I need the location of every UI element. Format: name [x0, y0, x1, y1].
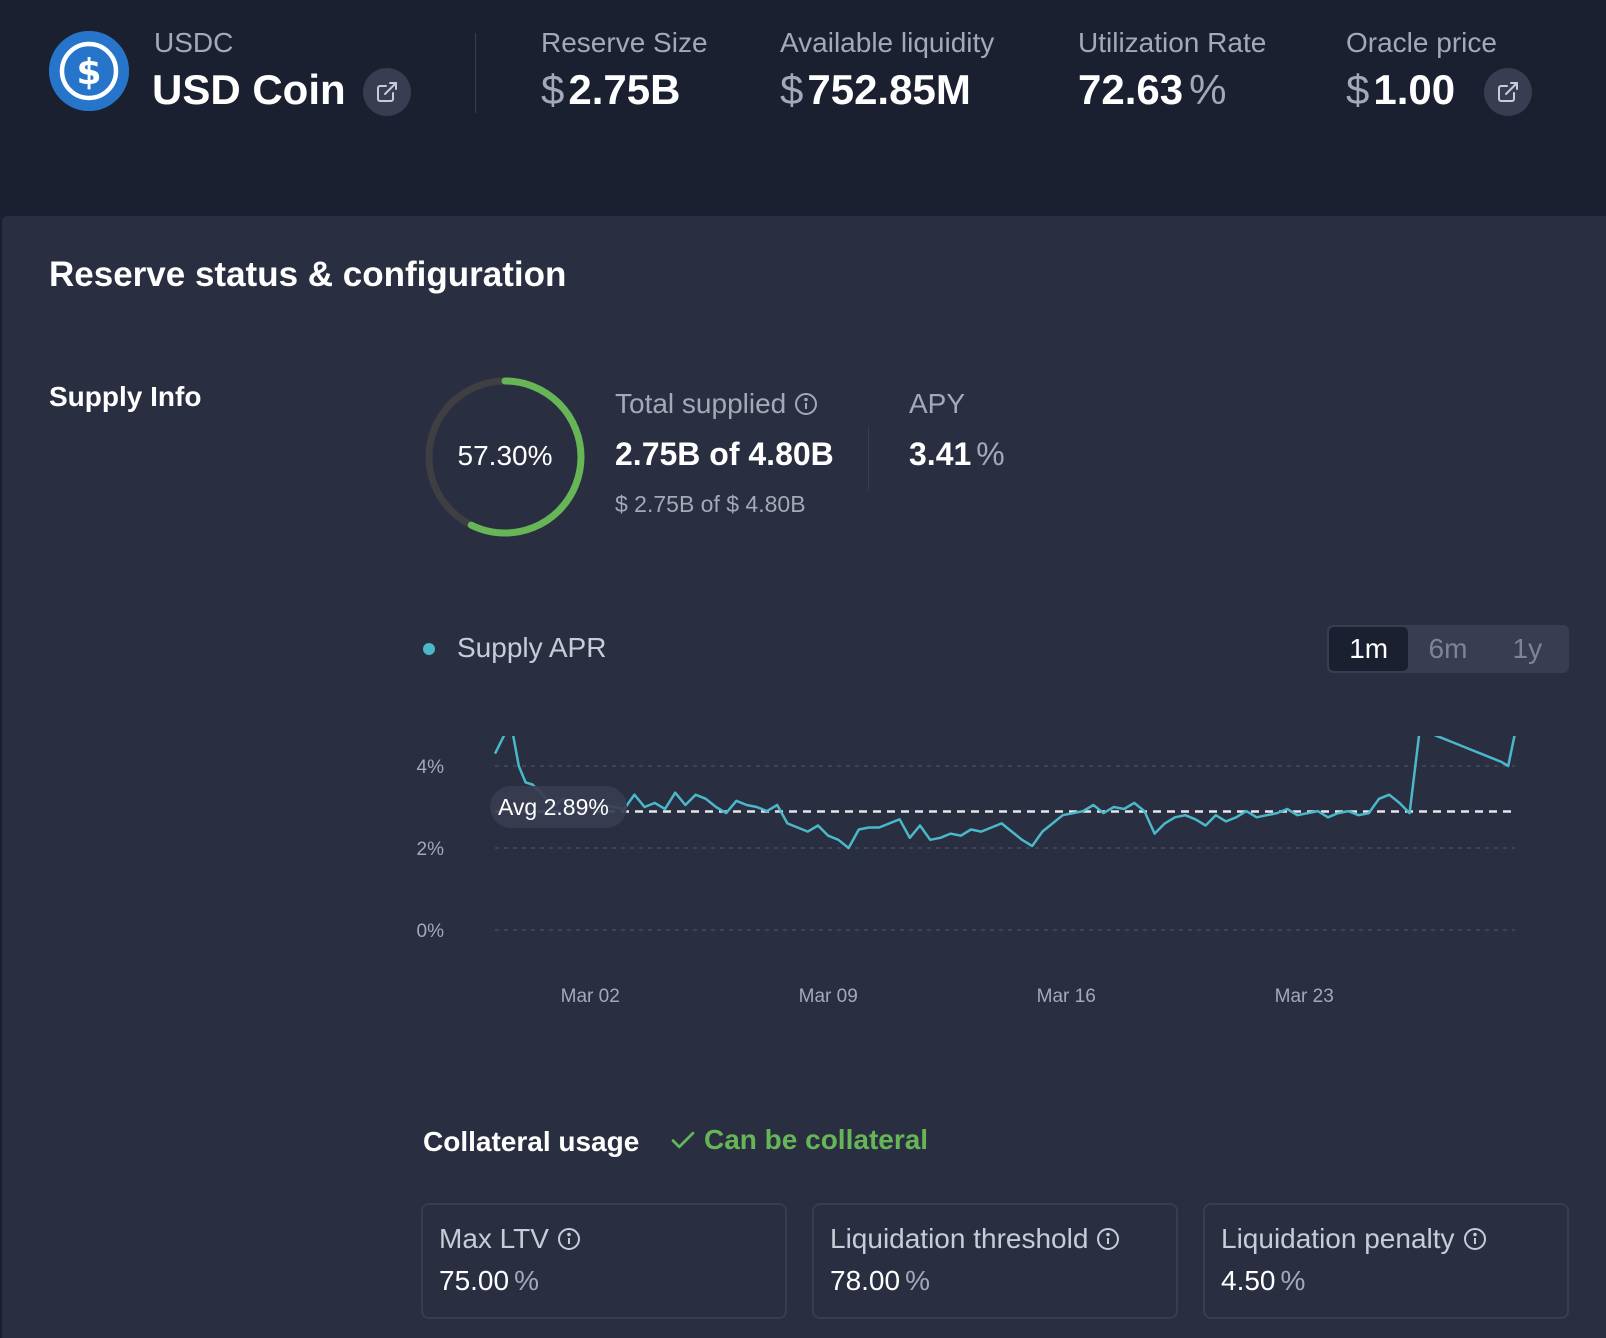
- available-liquidity-label: Available liquidity: [780, 27, 995, 58]
- apy-label: APY: [909, 388, 966, 419]
- section-title: Reserve status & configuration: [49, 255, 567, 294]
- collateral-usage-title: Collateral usage: [423, 1126, 640, 1157]
- liquidation-threshold-card: Liquidation threshold 78.00%: [812, 1203, 1178, 1319]
- max-ltv-card: Max LTV 75.00%: [421, 1203, 787, 1319]
- utilization-rate-value: 72.63%: [1078, 66, 1227, 113]
- liquidation-penalty-value: 4.50%: [1221, 1265, 1306, 1296]
- asset-name: USD Coin: [152, 66, 346, 113]
- supply-apr-legend-label: Supply APR: [457, 632, 607, 663]
- check-icon: [671, 1131, 695, 1149]
- reserve-status-panel: Reserve status & configuration Supply In…: [2, 216, 1606, 1338]
- usdc-coin-icon: $: [49, 31, 129, 111]
- reserve-size-label: Reserve Size: [541, 27, 708, 58]
- header-divider: [475, 33, 476, 113]
- info-circle-icon[interactable]: [1096, 1227, 1120, 1251]
- supply-info-title: Supply Info: [49, 381, 202, 412]
- liquidation-threshold-value: 78.00%: [830, 1265, 930, 1296]
- y-tick-label: 2%: [417, 839, 445, 860]
- available-liquidity-value: $752.85M: [780, 66, 971, 113]
- oracle-price-label: Oracle price: [1346, 27, 1497, 58]
- apy-value: 3.41%: [909, 436, 1005, 472]
- x-tick-label: Mar 09: [799, 986, 858, 1007]
- external-link-icon: [377, 82, 397, 102]
- liquidation-threshold-label: Liquidation threshold: [830, 1223, 1120, 1255]
- supply-apr-chart: 0% 2% 4% Mar 02 Mar 09 Mar 16 Mar 23 Avg 2.89%: [417, 736, 1516, 1007]
- tab-1m[interactable]: 1m: [1329, 627, 1409, 671]
- info-circle-icon[interactable]: [557, 1227, 581, 1251]
- external-link-icon: [1498, 82, 1518, 102]
- collateral-status: Can be collateral: [668, 1124, 928, 1156]
- svg-text:$: $: [76, 52, 101, 93]
- oracle-price-value: $1.00: [1346, 66, 1456, 113]
- tab-6m[interactable]: 6m: [1408, 627, 1487, 671]
- tab-1y[interactable]: 1y: [1488, 627, 1567, 671]
- asset-symbol: USDC: [154, 27, 234, 58]
- time-range-tabs: 1m 6m 1y: [1327, 625, 1569, 673]
- supply-apr-legend-dot: [423, 643, 435, 655]
- total-supplied-usd: $ 2.75B of $ 4.80B: [615, 491, 806, 517]
- average-label: Avg 2.89%: [498, 794, 609, 820]
- x-tick-label: Mar 16: [1037, 986, 1096, 1007]
- supply-divider: [868, 426, 869, 490]
- max-ltv-label: Max LTV: [439, 1223, 581, 1255]
- y-tick-label: 4%: [417, 757, 445, 778]
- y-tick-label: 0%: [417, 921, 445, 942]
- reserve-size-value: $2.75B: [541, 66, 681, 113]
- supply-apr-series-line: [493, 736, 1516, 850]
- total-supplied-label: Total supplied: [615, 388, 818, 420]
- reserve-header: $ USDC USD Coin Reserve Size $2.75B Avai…: [0, 0, 1606, 216]
- x-tick-label: Mar 23: [1275, 986, 1334, 1007]
- x-tick-label: Mar 02: [561, 986, 620, 1007]
- liquidation-penalty-label: Liquidation penalty: [1221, 1223, 1487, 1255]
- info-circle-icon[interactable]: [1463, 1227, 1487, 1251]
- max-ltv-value: 75.00%: [439, 1265, 539, 1296]
- supply-cap-percent: 57.30%: [457, 440, 553, 471]
- total-supplied-value: 2.75B of 4.80B: [615, 436, 834, 472]
- info-circle-icon[interactable]: [794, 392, 818, 416]
- oracle-link-button[interactable]: [1484, 68, 1532, 116]
- utilization-rate-label: Utilization Rate: [1078, 27, 1267, 58]
- asset-explorer-link-button[interactable]: [363, 68, 411, 116]
- liquidation-penalty-card: Liquidation penalty 4.50%: [1203, 1203, 1569, 1319]
